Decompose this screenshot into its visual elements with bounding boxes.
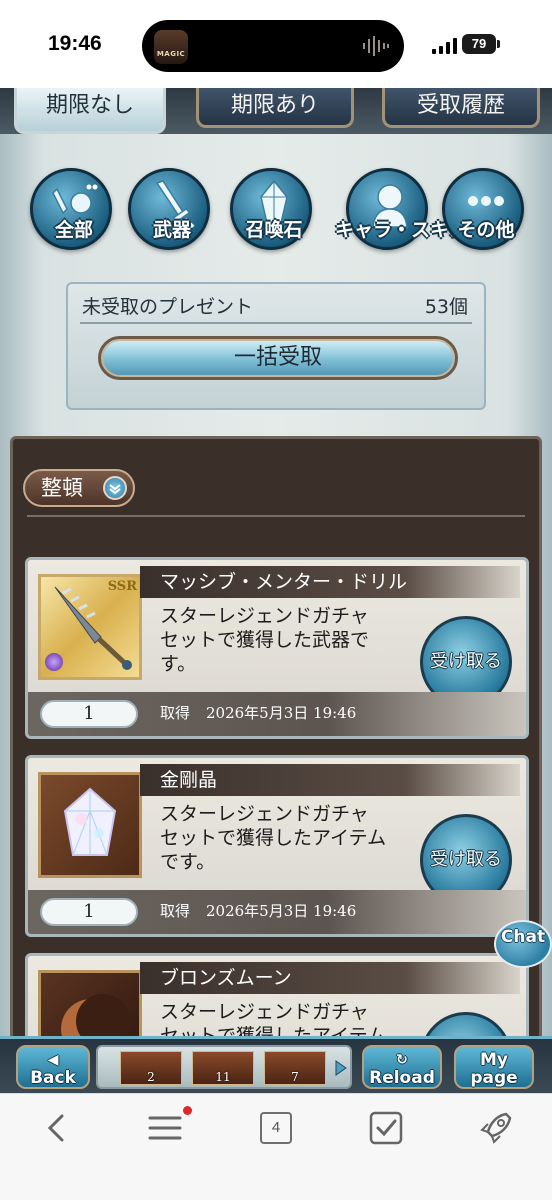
bulk-receive-button[interactable]: 一括受取	[98, 336, 458, 380]
category-all-label: 全部	[54, 219, 93, 241]
item-description-line: す。	[160, 653, 197, 675]
category-weapon-button[interactable]: 武器	[128, 168, 210, 250]
item-name: ブロンズムーン	[140, 962, 520, 994]
mypage-label-line1: My	[480, 1050, 508, 1070]
tab-count: 4	[260, 1112, 292, 1144]
acquired-label: 取得	[160, 704, 191, 722]
divider	[27, 515, 525, 517]
unclaimed-count: 53個	[424, 296, 468, 318]
reload-icon: ↻	[396, 1052, 408, 1068]
chat-button[interactable]: Chat	[494, 920, 552, 968]
item-thumbnail[interactable]: SSR	[38, 574, 142, 680]
tab-no-expiry[interactable]: 期限なし	[14, 88, 166, 134]
dynamic-island[interactable]: MAGIC	[142, 20, 404, 72]
item-description-line: セットで獲得した武器で	[160, 629, 370, 651]
item-name: マッシブ・メンター・ドリル	[140, 566, 520, 598]
category-weapon-label: 武器	[152, 219, 191, 241]
status-time: 19:46	[48, 32, 102, 55]
now-playing-app-icon: MAGIC	[154, 30, 188, 64]
unclaimed-presents-box: 未受取のプレゼント 53個 一括受取	[66, 282, 486, 410]
quick-slot[interactable]: 2	[120, 1051, 182, 1085]
item-name: 金剛晶	[140, 764, 520, 796]
category-summon-label: 召喚石	[245, 219, 303, 241]
gift-list-panel: 整頓 SSR マッシブ・メンター・ドリル スターレジェンドガチャ セットで獲得し…	[10, 436, 542, 1093]
item-thumbnail[interactable]	[38, 772, 142, 878]
quick-slot[interactable]: 11	[192, 1051, 254, 1085]
gift-tabs: 期限なし 期限あり 受取履歴	[0, 88, 552, 134]
checkbox-icon[interactable]	[366, 1108, 406, 1148]
quick-slot-count: 2	[147, 1070, 155, 1084]
quick-slot-count: 11	[215, 1070, 231, 1084]
quick-slot[interactable]: 7	[264, 1051, 326, 1085]
acquired-date: 2026年5月3日 19:46	[206, 704, 357, 722]
back-button[interactable]: ◀ Back	[16, 1045, 90, 1089]
chevron-down-icon	[103, 476, 127, 500]
sort-button[interactable]: 整頓	[23, 469, 135, 507]
dark-element-icon	[45, 653, 63, 671]
item-footer: 1 取得 2026年5月3日 19:46	[28, 890, 526, 934]
mypage-label-line2: page	[470, 1068, 518, 1088]
category-other-button[interactable]: その他	[442, 168, 524, 250]
item-description: スターレジェンドガチャ セットで獲得したアイテム です。	[160, 802, 420, 874]
item-quantity: 1	[40, 700, 138, 728]
status-bar: 19:46 MAGIC 79	[0, 0, 552, 88]
game-bottom-nav: ◀ Back 2 11 7 ↻ Reload My page	[0, 1036, 552, 1093]
tab-with-expiry[interactable]: 期限あり	[196, 88, 354, 128]
mypage-button[interactable]: My page	[454, 1045, 534, 1089]
tab-history[interactable]: 受取履歴	[382, 88, 540, 128]
item-description-line: スターレジェンドガチャ	[160, 803, 369, 825]
item-description: スターレジェンドガチャ セットで獲得した武器で す。	[160, 604, 420, 676]
acquired-date: 2026年5月3日 19:46	[206, 902, 357, 920]
browser-toolbar: 4	[0, 1093, 552, 1200]
reload-button[interactable]: ↻ Reload	[362, 1045, 442, 1089]
category-summon-button[interactable]: 召喚石	[230, 168, 312, 250]
item-description-line: セットで獲得したアイテム	[160, 827, 387, 849]
battery-indicator: 79	[462, 34, 500, 54]
signal-icon	[432, 38, 457, 54]
category-other-label: その他	[457, 219, 515, 241]
item-description-line: スターレジェンドガチャ	[160, 1001, 369, 1023]
item-description-line: スターレジェンドガチャ	[160, 605, 369, 627]
notification-dot	[183, 1106, 192, 1115]
gift-item: 金剛晶 スターレジェンドガチャ セットで獲得したアイテム です。 受け取る 1 …	[25, 755, 529, 937]
back-chevron-icon[interactable]	[38, 1108, 78, 1148]
gift-item: SSR マッシブ・メンター・ドリル スターレジェンドガチャ セットで獲得した武器…	[25, 557, 529, 739]
item-description-line: です。	[160, 851, 216, 873]
item-footer: 1 取得 2026年5月3日 19:46	[28, 692, 526, 736]
tabs-button[interactable]: 4	[256, 1108, 296, 1148]
category-all-button[interactable]: 全部	[30, 168, 112, 250]
acquired-label: 取得	[160, 902, 191, 920]
now-playing-app-name: MAGIC	[156, 50, 186, 58]
game-viewport: 期限なし 期限あり 受取履歴 全部 武器 召喚石 キャラ・スキン その他 未受取…	[0, 88, 552, 1093]
chevron-right-icon[interactable]	[334, 1059, 348, 1077]
unclaimed-label: 未受取のプレゼント	[82, 296, 254, 318]
quick-slot-count: 7	[291, 1070, 299, 1084]
quick-item-slots: 2 11 7	[96, 1045, 352, 1089]
back-arrow-icon: ◀	[47, 1052, 59, 1068]
audio-wave-icon	[363, 36, 389, 56]
hamburger-icon	[148, 1116, 182, 1140]
diamond-crystal-icon	[63, 787, 117, 856]
back-label: Back	[30, 1068, 76, 1088]
sort-label: 整頓	[41, 476, 83, 500]
category-character-skin-button[interactable]: キャラ・スキン	[335, 168, 467, 250]
rarity-badge: SSR	[107, 579, 137, 594]
category-character-skin-label: キャラ・スキン	[335, 219, 468, 241]
divider	[80, 322, 472, 324]
reload-label: Reload	[369, 1068, 435, 1088]
menu-button[interactable]	[146, 1106, 192, 1148]
rocket-icon[interactable]	[476, 1108, 516, 1148]
item-quantity: 1	[40, 898, 138, 926]
